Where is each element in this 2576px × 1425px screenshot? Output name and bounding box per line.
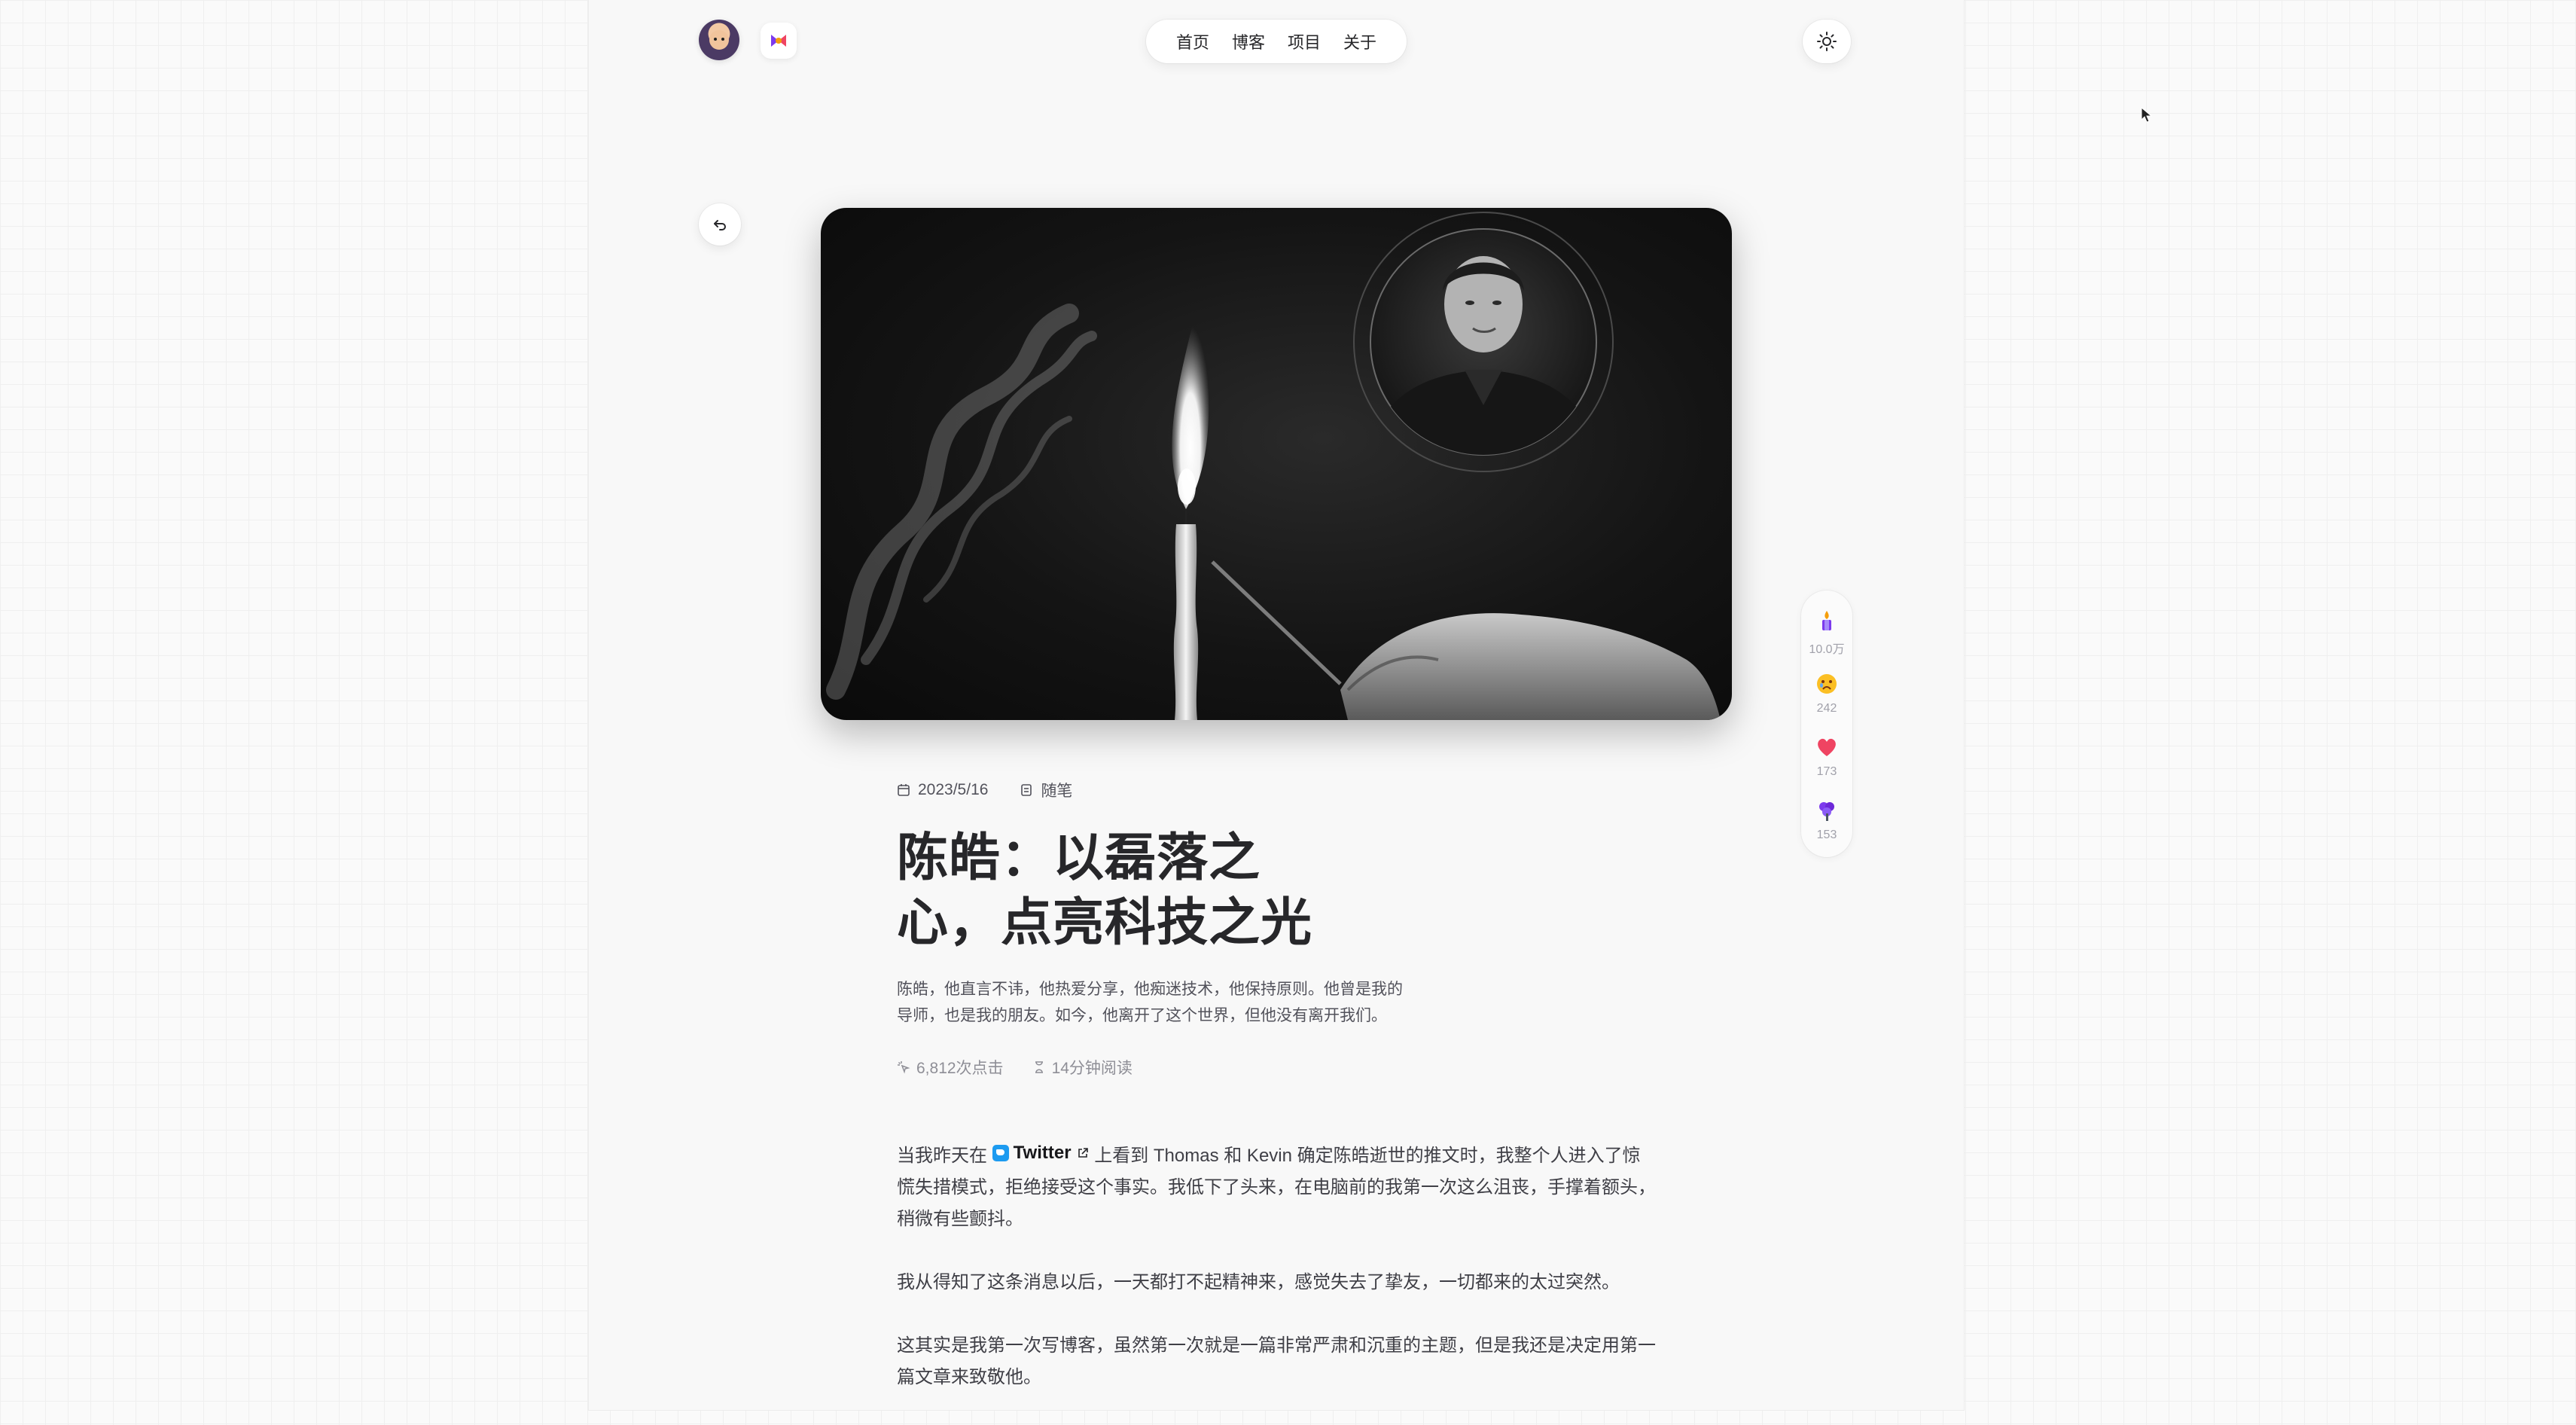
view-count: 6,812次点击 [916,1060,1004,1077]
reaction-crying[interactable]: 242 [1801,672,1852,716]
main-nav: 首页 博客 项目 关于 [1146,20,1407,63]
reaction-flower[interactable]: 153 [1801,798,1852,842]
category-icon [1021,784,1032,796]
cursor-click-icon [898,1061,910,1074]
theme-toggle-button[interactable] [1803,20,1851,63]
nav-item-projects[interactable]: 项目 [1288,29,1321,53]
heart-emoji-icon [1818,738,1836,756]
post-body: 当我昨天在 Twitter 上看到 Thomas 和 Kevin 确定陈皓逝世的… [897,1137,1657,1425]
crying-face-emoji-icon [1817,674,1837,694]
post-stats: 6,812次点击 14分钟阅读 [897,1056,1133,1079]
post-description: 陈皓，他直言不讳，他热爱分享，他痴迷技术，他保持原则。他曾是我的导师，也是我的朋… [897,981,1403,1024]
reactions-panel: 10.0万 242 173 153 [1801,590,1852,857]
post-date: 2023/5/16 [918,781,989,798]
avatar[interactable] [699,20,739,60]
external-link-icon [1078,1148,1088,1158]
paragraph: 当我昨天在 Twitter 上看到 Thomas 和 Kevin 确定陈皓逝世的… [897,1137,1657,1235]
page-title: 陈皓：以磊落之 心，点亮科技之光 [897,829,1313,951]
candle-emoji-icon [1822,611,1831,630]
sun-icon [1817,32,1837,51]
hourglass-icon [1035,1061,1043,1073]
calendar-icon [898,784,910,796]
back-arrow-icon [714,220,726,230]
reaction-candle[interactable]: 10.0万 [1801,609,1852,657]
twitter-icon [992,1145,1009,1161]
paragraph: 这其实是我第一次写博客，虽然第一次就是一篇非常严肃和沉重的主题，但是我还是决定用… [897,1335,1656,1387]
hero-image [821,208,1732,720]
twitter-link[interactable]: Twitter [992,1137,1090,1169]
mouse-cursor-icon [2141,107,2153,123]
nav-item-home[interactable]: 首页 [1176,29,1209,53]
post-meta: 2023/5/16 随笔 [897,779,1072,801]
back-button[interactable] [699,203,741,246]
logo-icon[interactable] [761,23,797,59]
reaction-heart[interactable]: 173 [1801,735,1852,779]
nav-item-blog[interactable]: 博客 [1232,29,1265,53]
nav-item-about[interactable]: 关于 [1343,29,1376,53]
read-time: 14分钟阅读 [1051,1060,1133,1077]
post-category[interactable]: 随笔 [1041,779,1072,801]
paragraph: 我从得知了这条消息以后，一天都打不起精神来，感觉失去了挚友，一切都来的太过突然。 [897,1272,1620,1292]
flower-emoji-icon [1819,802,1834,821]
